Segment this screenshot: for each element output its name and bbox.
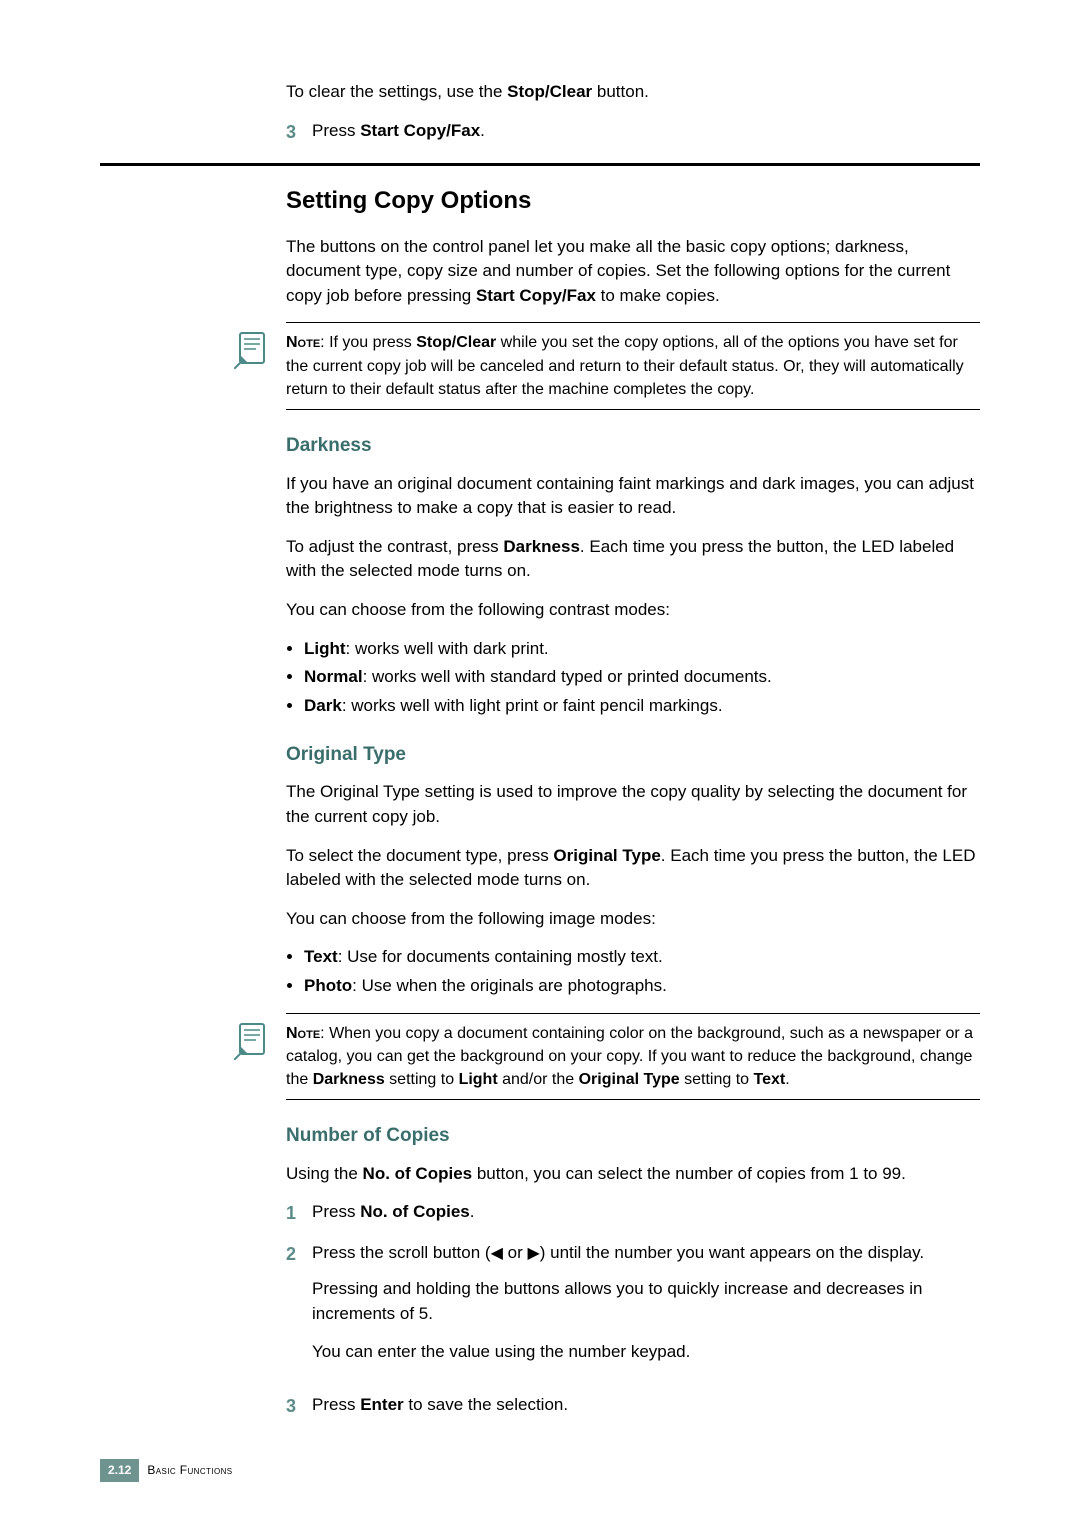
page-footer: 2.12 Basic Functions (100, 1459, 232, 1482)
page: To clear the settings, use the Stop/Clea… (0, 0, 1080, 1473)
original-type-label: Original Type (579, 1071, 680, 1088)
text: . (470, 1202, 475, 1221)
no-of-copies-label: No. of Copies (360, 1202, 470, 1221)
origtype-p1: The Original Type setting is used to imp… (286, 780, 980, 829)
text: or (503, 1243, 528, 1262)
text: : If you press (320, 334, 416, 351)
stop-clear-label: Stop/Clear (416, 334, 496, 351)
text: button, you can select the number of cop… (472, 1164, 906, 1183)
darkness-button-label: Darkness (503, 537, 580, 556)
note-label: Note (286, 334, 320, 351)
text: Press (312, 1202, 360, 1221)
text: : Use for documents containing mostly te… (338, 947, 663, 966)
chapter-label: Basic Functions (147, 1462, 232, 1479)
content-column: To clear the settings, use the Stop/Clea… (286, 80, 980, 1419)
text: button. (592, 82, 649, 101)
text: : works well with standard typed or prin… (363, 667, 772, 686)
numcopies-p1: Using the No. of Copies button, you can … (286, 1162, 980, 1187)
darkness-heading: Darkness (286, 432, 980, 460)
step-text: Press the scroll button (◀ or ▶) until t… (312, 1241, 980, 1380)
text: To select the document type, press (286, 846, 553, 865)
text: Press the scroll button ( (312, 1243, 491, 1262)
text: to save the selection. (404, 1395, 568, 1414)
intro-paragraph: The buttons on the control panel let you… (286, 235, 980, 309)
text-label: Text (754, 1071, 786, 1088)
step-number: 1 (286, 1200, 312, 1226)
mode-name: Text (304, 947, 338, 966)
step-number: 2 (286, 1241, 312, 1267)
step-3-top: 3 Press Start Copy/Fax. (286, 119, 980, 145)
darkness-label: Darkness (313, 1071, 385, 1088)
page-number-box: 2.12 (100, 1459, 139, 1482)
step-text: Press Start Copy/Fax. (312, 119, 980, 144)
list-item: Normal: works well with standard typed o… (304, 665, 980, 690)
origtype-p3: You can choose from the following image … (286, 907, 980, 932)
darkness-p2: To adjust the contrast, press Darkness. … (286, 535, 980, 584)
stop-clear-label: Stop/Clear (507, 82, 592, 101)
setting-copy-options-heading: Setting Copy Options (286, 184, 980, 219)
text: ) until the number you want appears on t… (540, 1243, 924, 1262)
text: : Use when the originals are photographs… (352, 976, 667, 995)
original-type-button-label: Original Type (553, 846, 660, 865)
text: and/or the (498, 1071, 579, 1088)
mode-name: Normal (304, 667, 363, 686)
text: : works well with dark print. (346, 639, 549, 658)
original-type-heading: Original Type (286, 741, 980, 769)
step-text: Press No. of Copies. (312, 1200, 980, 1225)
darkness-modes-list: Light: works well with dark print. Norma… (286, 637, 980, 719)
enter-label: Enter (360, 1395, 403, 1414)
list-item: Light: works well with dark print. (304, 637, 980, 662)
step-2-p2: Pressing and holding the buttons allows … (312, 1277, 980, 1326)
origtype-modes-list: Text: Use for documents containing mostl… (286, 945, 980, 998)
text: . (785, 1071, 789, 1088)
note-icon (234, 329, 274, 369)
text: : works well with light print or faint p… (342, 696, 723, 715)
text: to make copies. (596, 286, 720, 305)
text: To adjust the contrast, press (286, 537, 503, 556)
text: . (480, 121, 485, 140)
right-arrow-icon: ▶ (527, 1242, 539, 1265)
step-2-p3: You can enter the value using the number… (312, 1340, 980, 1365)
note-block-1: Note: If you press Stop/Clear while you … (286, 322, 980, 410)
no-of-copies-label: No. of Copies (363, 1164, 473, 1183)
left-arrow-icon: ◀ (491, 1242, 503, 1265)
text: To clear the settings, use the (286, 82, 507, 101)
list-item: Text: Use for documents containing mostl… (304, 945, 980, 970)
origtype-p2: To select the document type, press Origi… (286, 844, 980, 893)
note-label: Note (286, 1025, 320, 1042)
step-number: 3 (286, 119, 312, 145)
note-block-2: Note: When you copy a document containin… (286, 1013, 980, 1101)
darkness-p1: If you have an original document contain… (286, 472, 980, 521)
number-of-copies-heading: Number of Copies (286, 1122, 980, 1150)
clear-settings-paragraph: To clear the settings, use the Stop/Clea… (286, 80, 980, 105)
numcopies-step-1: 1 Press No. of Copies. (286, 1200, 980, 1226)
text: Press (312, 121, 360, 140)
mode-name: Photo (304, 976, 352, 995)
list-item: Dark: works well with light print or fai… (304, 694, 980, 719)
mode-name: Light (304, 639, 346, 658)
list-item: Photo: Use when the originals are photog… (304, 974, 980, 999)
section-divider (100, 163, 980, 166)
start-copy-fax-label: Start Copy/Fax (360, 121, 480, 140)
start-copy-fax-label: Start Copy/Fax (476, 286, 596, 305)
numcopies-step-2: 2 Press the scroll button (◀ or ▶) until… (286, 1241, 980, 1380)
darkness-p3: You can choose from the following contra… (286, 598, 980, 623)
step-text: Press Enter to save the selection. (312, 1393, 980, 1418)
step-number: 3 (286, 1393, 312, 1419)
text: setting to (680, 1071, 754, 1088)
text: Using the (286, 1164, 363, 1183)
light-label: Light (459, 1071, 498, 1088)
note-icon (234, 1020, 274, 1060)
numcopies-step-3: 3 Press Enter to save the selection. (286, 1393, 980, 1419)
text: setting to (385, 1071, 459, 1088)
mode-name: Dark (304, 696, 342, 715)
text: Press (312, 1395, 360, 1414)
